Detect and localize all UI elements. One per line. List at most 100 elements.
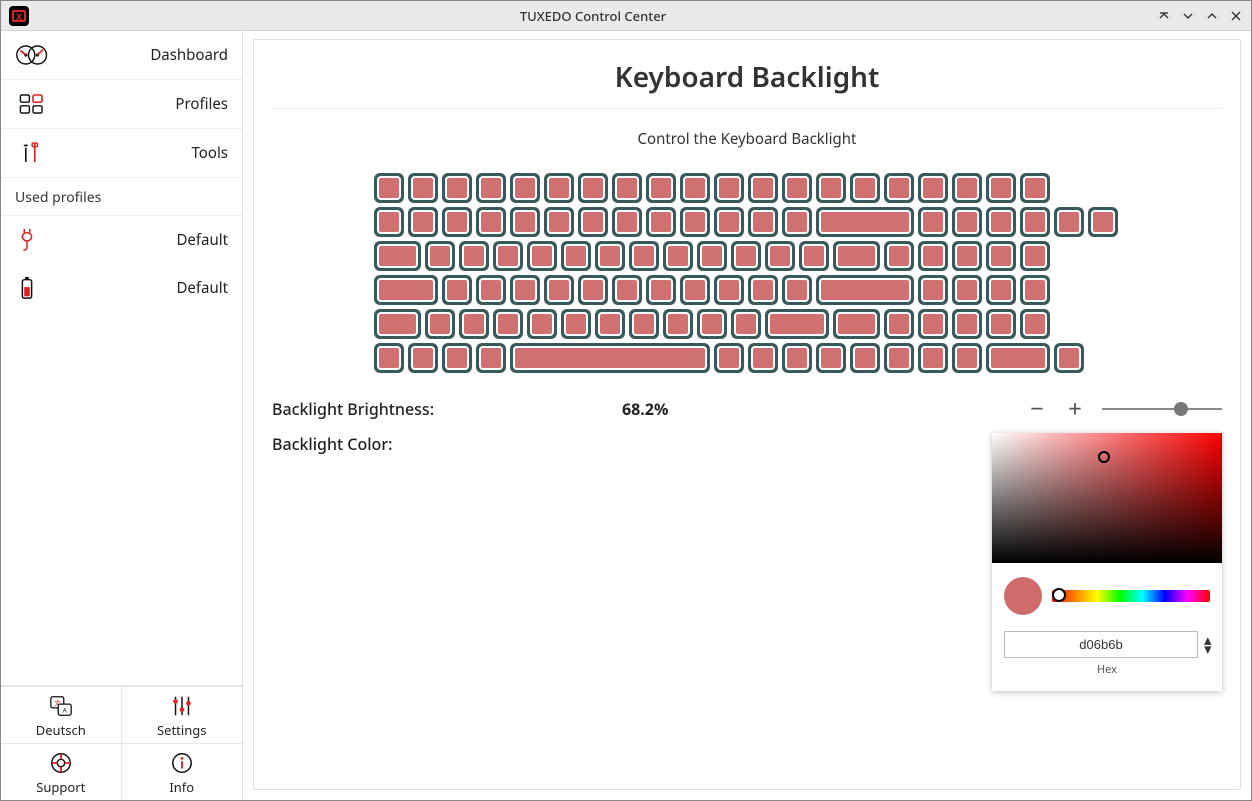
maximize-button[interactable] (1205, 9, 1219, 23)
key (697, 241, 727, 271)
key (986, 309, 1016, 339)
slider-thumb[interactable] (1174, 402, 1188, 416)
key (748, 173, 778, 203)
key (986, 173, 1016, 203)
key (646, 207, 676, 237)
key (816, 207, 914, 237)
dashboard-icon (15, 41, 51, 69)
key (714, 343, 744, 373)
info-icon (170, 750, 194, 776)
window-title: TUXEDO Control Center (37, 7, 1149, 25)
app-icon (9, 6, 29, 26)
key (374, 241, 421, 271)
key (1020, 275, 1050, 305)
sidebar-item-tools[interactable]: Tools (1, 129, 242, 178)
key (782, 173, 812, 203)
key (408, 207, 438, 237)
key (714, 275, 744, 305)
hex-label: Hex (1004, 662, 1210, 677)
key (544, 275, 574, 305)
key (476, 207, 506, 237)
hue-slider[interactable] (1052, 590, 1210, 602)
key (646, 173, 676, 203)
key (986, 343, 1050, 373)
key (680, 173, 710, 203)
sidebar-item-label: Dashboard (65, 45, 228, 65)
profile-label: Default (55, 230, 228, 250)
brightness-increase-button[interactable]: + (1064, 397, 1086, 421)
profile-label: Default (55, 278, 228, 298)
key (595, 241, 625, 271)
profile-item-ac[interactable]: Default (1, 216, 242, 264)
key (527, 241, 557, 271)
key (408, 173, 438, 203)
saturation-cursor[interactable] (1098, 451, 1110, 463)
key (476, 173, 506, 203)
info-button[interactable]: Info (122, 743, 243, 800)
key (1020, 241, 1050, 271)
key (748, 343, 778, 373)
key (425, 241, 455, 271)
shade-button[interactable] (1157, 9, 1171, 23)
key (374, 207, 404, 237)
key (1054, 207, 1084, 237)
key (918, 343, 948, 373)
key (680, 207, 710, 237)
key (952, 241, 982, 271)
hue-thumb[interactable] (1052, 588, 1066, 602)
key (544, 173, 574, 203)
settings-button[interactable]: Settings (122, 686, 243, 743)
brightness-value: 68.2% (622, 398, 792, 420)
key (799, 241, 829, 271)
used-profiles-heading: Used profiles (1, 178, 242, 216)
key (1020, 309, 1050, 339)
key (374, 343, 404, 373)
key (1054, 343, 1084, 373)
key (918, 241, 948, 271)
key (442, 207, 472, 237)
brightness-decrease-button[interactable]: − (1026, 397, 1048, 421)
keyboard-visual (374, 173, 1120, 373)
key (1088, 207, 1118, 237)
key (510, 173, 540, 203)
key (510, 275, 540, 305)
key (561, 309, 591, 339)
key (714, 173, 744, 203)
saturation-field[interactable] (992, 433, 1222, 563)
key (442, 343, 472, 373)
language-icon: 文A (49, 693, 73, 719)
sidebar-item-profiles[interactable]: Profiles (1, 80, 242, 129)
key (782, 343, 812, 373)
key (816, 343, 846, 373)
profile-item-battery[interactable]: Default (1, 264, 242, 312)
key (884, 241, 914, 271)
page-subtitle: Control the Keyboard Backlight (272, 109, 1222, 173)
key (731, 309, 761, 339)
key (646, 275, 676, 305)
key (952, 309, 982, 339)
key (986, 275, 1016, 305)
key (663, 309, 693, 339)
key (833, 309, 880, 339)
key (765, 241, 795, 271)
key (782, 207, 812, 237)
close-button[interactable] (1229, 9, 1243, 23)
key (1020, 173, 1050, 203)
hex-input[interactable] (1004, 631, 1198, 658)
key (527, 309, 557, 339)
key (765, 309, 829, 339)
plug-icon (15, 228, 39, 252)
minimize-button[interactable] (1181, 9, 1195, 23)
language-button[interactable]: 文A Deutsch (1, 686, 122, 743)
key (918, 309, 948, 339)
sidebar: Dashboard Profiles Tools Used profiles D (1, 31, 243, 800)
support-button[interactable]: Support (1, 743, 122, 800)
key (833, 241, 880, 271)
key (612, 207, 642, 237)
key (476, 343, 506, 373)
key (663, 241, 693, 271)
hex-format-stepper[interactable]: ▴▾ (1204, 636, 1212, 653)
sidebar-item-dashboard[interactable]: Dashboard (1, 31, 242, 80)
key (952, 173, 982, 203)
brightness-slider[interactable] (1102, 408, 1222, 410)
